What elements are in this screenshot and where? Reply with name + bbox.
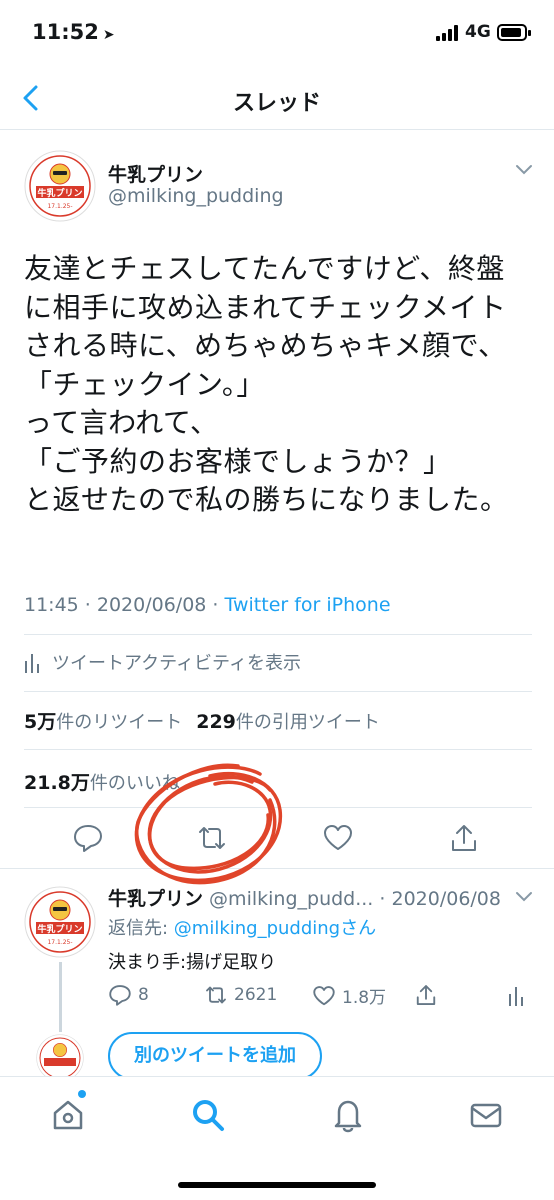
- reply-date: · 2020/06/08: [373, 888, 501, 910]
- chevron-down-icon[interactable]: [514, 163, 534, 177]
- likes-count-link[interactable]: 21.8万件のいいね: [24, 768, 180, 795]
- status-bar: 11:52 ➤ 4G: [0, 0, 554, 66]
- battery-icon: [497, 24, 531, 41]
- retweet-icon: [206, 986, 226, 1004]
- home-icon[interactable]: [50, 1097, 86, 1133]
- svg-text:17.1.25-: 17.1.25-: [47, 939, 72, 946]
- quotes-count-link[interactable]: 229件の引用ツイート: [196, 711, 380, 733]
- tweet-text-line: 友達とチェスしてたんですけど、終盤: [24, 252, 505, 285]
- reply-like-button[interactable]: 1.8万: [312, 983, 386, 1008]
- location-arrow-icon: ➤: [102, 27, 115, 43]
- tweet-text-line: って言われて、: [24, 406, 219, 439]
- reply-retweet-button[interactable]: 2621: [204, 983, 277, 1007]
- activity-bars-icon: [25, 654, 39, 673]
- status-time: 11:52 ➤: [32, 20, 115, 44]
- tweet-text-line: と返せたので私の勝ちになりました。: [24, 483, 509, 516]
- page-title: スレッド: [232, 91, 321, 116]
- retweets-count: 5万: [24, 711, 57, 733]
- pudding-logo-icon: 牛乳プリン 17.1.25-: [24, 886, 96, 958]
- retweets-label: 件のリツイート: [56, 712, 183, 733]
- author-handle[interactable]: @milking_pudding: [108, 185, 284, 207]
- home-indicator: [178, 1182, 376, 1188]
- signal-icon: [436, 25, 462, 41]
- reply-icon[interactable]: [72, 822, 104, 854]
- svg-text:17.1.25-: 17.1.25-: [47, 203, 72, 210]
- svg-text:牛乳プリン: 牛乳プリン: [37, 187, 82, 199]
- tweet-source-link[interactable]: Twitter for iPhone: [225, 594, 391, 616]
- new-content-dot: [78, 1090, 86, 1098]
- reply-to-suffix: さん: [340, 918, 377, 939]
- reply-to-label: 返信先:: [108, 918, 174, 939]
- divider: [24, 749, 532, 750]
- pudding-logo-icon: 牛乳プリン 17.1.25-: [24, 150, 96, 222]
- reply-author-avatar[interactable]: 牛乳プリン 17.1.25-: [24, 886, 96, 958]
- svg-text:牛乳プリン: 牛乳プリン: [37, 923, 82, 935]
- tweet-timestamp: 11:45 · 2020/06/08 ·: [24, 594, 225, 616]
- quotes-label: 件の引用ツイート: [235, 712, 380, 733]
- retweet-icon[interactable]: [196, 822, 228, 854]
- reply-author-handle[interactable]: @milking_pudd...: [203, 888, 373, 910]
- nav-bar: スレッド: [0, 66, 554, 130]
- pudding-logo-icon: [36, 1034, 84, 1082]
- tweet-text: 友達とチェスしてたんですけど、終盤 に相手に攻め込まれてチェックメイト される時…: [24, 250, 534, 520]
- author-name[interactable]: 牛乳プリン: [108, 160, 203, 187]
- notifications-bell-icon[interactable]: [330, 1097, 366, 1133]
- author-avatar[interactable]: 牛乳プリン 17.1.25-: [24, 150, 96, 222]
- reply-replies-count: 8: [138, 985, 149, 1005]
- search-icon[interactable]: [190, 1097, 226, 1133]
- messages-mail-icon[interactable]: [468, 1097, 504, 1133]
- tweet-activity-link[interactable]: ツイートアクティビティを表示: [24, 649, 301, 675]
- reply-share-button[interactable]: [414, 983, 444, 1007]
- like-heart-icon[interactable]: [322, 822, 354, 854]
- likes-count: 21.8万: [24, 772, 90, 794]
- network-type: 4G: [465, 22, 491, 42]
- divider: [24, 691, 532, 692]
- add-tweet-button[interactable]: 別のツイートを追加: [108, 1032, 322, 1080]
- tweet-meta: 11:45 · 2020/06/08 · Twitter for iPhone: [24, 594, 391, 616]
- share-icon[interactable]: [448, 822, 480, 854]
- reply-reply-button[interactable]: 8: [108, 983, 149, 1007]
- divider: [0, 868, 554, 869]
- thread-line: [59, 962, 62, 1032]
- engagement-counts: 5万件のリツイート 229件の引用ツイート: [24, 707, 380, 734]
- reply-text: 決まり手:揚げ足取り: [108, 952, 277, 973]
- share-icon: [416, 985, 436, 1005]
- activity-label: ツイートアクティビティを表示: [52, 653, 301, 674]
- activity-bars-icon: [509, 987, 523, 1006]
- chevron-down-icon[interactable]: [514, 890, 534, 904]
- reply-likes-count: 1.8万: [342, 988, 387, 1008]
- tweet-text-line: される時に、めちゃめちゃキメ顔で、: [24, 329, 507, 362]
- like-heart-icon: [313, 985, 335, 1005]
- likes-label: 件のいいね: [89, 773, 180, 794]
- my-avatar: [36, 1034, 84, 1082]
- reply-retweets-count: 2621: [234, 985, 278, 1005]
- reply-header: 牛乳プリン @milking_pudd... · 2020/06/08: [108, 884, 538, 911]
- tweet-text-line: 「チェックイン。」: [24, 367, 265, 401]
- reply-to-handle[interactable]: @milking_pudding: [174, 918, 340, 939]
- quotes-count: 229: [196, 711, 236, 733]
- tweet-text-line: 「ご予約のお客様でしょうか？」: [24, 444, 452, 478]
- reply-icon: [109, 985, 131, 1006]
- status-time-text: 11:52: [32, 20, 99, 44]
- tweet-text-line: に相手に攻め込まれてチェックメイト: [24, 290, 507, 324]
- retweets-count-link[interactable]: 5万件のリツイート: [24, 711, 183, 733]
- reply-to: 返信先: @milking_puddingさん: [108, 914, 376, 940]
- reply-author-name[interactable]: 牛乳プリン: [108, 888, 203, 910]
- reply-activity-button[interactable]: [508, 983, 532, 1007]
- reply-actions: 8 2621 1.8万: [108, 983, 538, 1011]
- divider: [24, 634, 532, 635]
- divider: [24, 807, 532, 808]
